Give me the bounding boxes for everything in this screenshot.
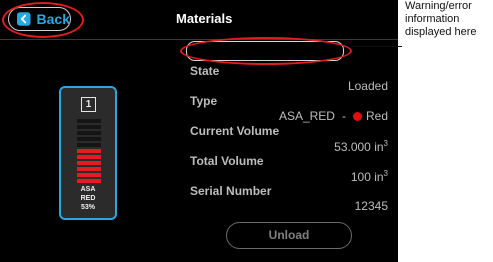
gauge-segment xyxy=(77,179,101,183)
slot-number: 1 xyxy=(81,97,96,112)
spool-percent: 53% xyxy=(80,204,95,211)
state-label: State xyxy=(190,64,220,78)
gauge-segment xyxy=(77,125,101,129)
total-volume-number: 100 in xyxy=(350,170,384,184)
spool-material: ASA xyxy=(80,186,96,193)
header-divider xyxy=(0,39,398,40)
current-volume-number: 53.000 in xyxy=(334,140,384,154)
materials-screen: Back Materials 1 ASA RED 53% State Loade… xyxy=(0,0,398,262)
callout-line xyxy=(352,46,402,47)
annotation-text: Warning/error information displayed here xyxy=(405,0,477,38)
color-dot-icon xyxy=(352,111,362,121)
type-material: ASA_RED xyxy=(278,109,335,123)
gauge-segment xyxy=(77,137,101,141)
message-field-callout-circle xyxy=(180,37,352,65)
total-volume-value: 100 in3 xyxy=(351,169,388,184)
gauge-segment xyxy=(77,167,101,171)
page-title: Materials xyxy=(176,11,233,26)
back-button-callout-circle xyxy=(2,2,84,38)
serial-number-value: 12345 xyxy=(354,199,388,213)
gauge-segment xyxy=(77,143,101,147)
unit-exponent: 3 xyxy=(383,169,388,178)
total-volume-label: Total Volume xyxy=(190,154,264,168)
material-spool-card[interactable]: 1 ASA RED 53% xyxy=(59,86,117,220)
unload-button[interactable]: Unload xyxy=(226,222,352,249)
spool-color: RED xyxy=(80,195,96,202)
gauge-segment xyxy=(77,161,101,165)
serial-number-label: Serial Number xyxy=(190,184,272,198)
type-label: Type xyxy=(190,94,218,108)
gauge-segment xyxy=(77,149,101,153)
gauge-segment xyxy=(77,155,101,159)
unit-exponent: 3 xyxy=(383,139,388,148)
type-color: Red xyxy=(365,109,388,123)
current-volume-label: Current Volume xyxy=(190,124,280,138)
type-value: ASA_RED - Red xyxy=(279,109,388,123)
state-value: Loaded xyxy=(347,79,388,93)
current-volume-value: 53.000 in3 xyxy=(334,139,388,154)
type-separator: - xyxy=(341,109,346,123)
gauge-segment xyxy=(77,173,101,177)
gauge-segment xyxy=(77,119,101,123)
material-level-gauge xyxy=(77,119,101,185)
gauge-segment xyxy=(77,131,101,135)
